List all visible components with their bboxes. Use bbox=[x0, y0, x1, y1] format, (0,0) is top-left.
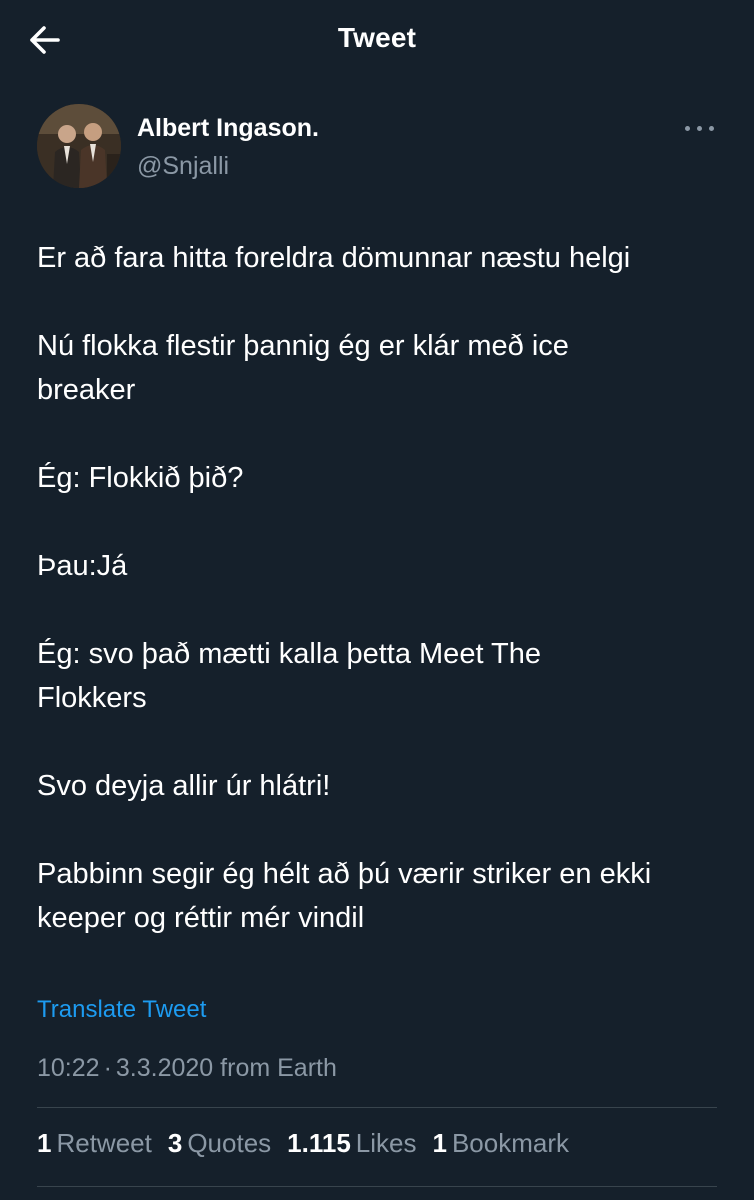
retweets-label: Retweet bbox=[56, 1128, 152, 1158]
page-title: Tweet bbox=[337, 22, 417, 53]
tweet-source: from Earth bbox=[220, 1054, 337, 1082]
tweet-paragraph: Nú flokka flestir þannig ég er klár með … bbox=[37, 330, 569, 406]
tweet-paragraph: Ég: svo það mætti kalla þetta Meet The F… bbox=[37, 638, 542, 714]
avatar-image bbox=[37, 104, 121, 188]
tweet-detail-screen: Tweet Albert Ingason. @Snjalli Er að far… bbox=[0, 0, 754, 1200]
tweet-paragraph: Ég: Flokkið þið? bbox=[37, 462, 244, 494]
user-handle[interactable]: @Snjalli bbox=[137, 152, 229, 181]
display-name[interactable]: Albert Ingason. bbox=[137, 114, 319, 143]
likes-count: 1.115 bbox=[287, 1128, 351, 1158]
likes-label: Likes bbox=[355, 1128, 417, 1158]
avatar[interactable] bbox=[37, 104, 121, 188]
divider bbox=[37, 1186, 717, 1187]
tweet-text: Er að fara hitta foreldra dömunnar næstu… bbox=[37, 236, 727, 940]
more-horizontal-icon bbox=[697, 126, 702, 131]
tweet-paragraph: Þau:Já bbox=[37, 550, 128, 582]
author-row: Albert Ingason. @Snjalli bbox=[37, 104, 717, 188]
retweets-stat[interactable]: 1 Retweet bbox=[37, 1128, 152, 1159]
bookmarks-count: 1 bbox=[432, 1128, 447, 1158]
divider bbox=[37, 1107, 717, 1108]
more-horizontal-icon bbox=[709, 126, 714, 131]
tweet-metadata: 10:22 · 3.3.2020 from Earth bbox=[37, 1054, 337, 1083]
likes-stat[interactable]: 1.115 Likes bbox=[287, 1128, 416, 1159]
translate-tweet-link[interactable]: Translate Tweet bbox=[37, 996, 206, 1024]
quotes-count: 3 bbox=[167, 1128, 183, 1158]
tweet-paragraph: Svo deyja allir úr hlátri! bbox=[37, 770, 331, 802]
tweet-time[interactable]: 10:22 bbox=[37, 1054, 100, 1082]
quotes-label: Quotes bbox=[187, 1128, 272, 1158]
bookmarks-stat[interactable]: 1 Bookmark bbox=[433, 1128, 570, 1159]
quotes-stat[interactable]: 3 Quotes bbox=[168, 1128, 271, 1159]
more-options-button[interactable] bbox=[683, 118, 717, 140]
tweet-date[interactable]: 3.3.2020 bbox=[116, 1054, 213, 1082]
tweet-paragraph: Pabbinn segir ég hélt að þú værir strike… bbox=[37, 858, 652, 934]
header: Tweet bbox=[0, 0, 754, 82]
tweet-paragraph: Er að fara hitta foreldra dömunnar næstu… bbox=[37, 242, 631, 274]
bookmarks-label: Bookmark bbox=[451, 1128, 570, 1158]
more-horizontal-icon bbox=[685, 126, 690, 131]
meta-separator: · bbox=[103, 1054, 112, 1082]
retweets-count: 1 bbox=[37, 1128, 52, 1158]
engagement-stats: 1 Retweet 3 Quotes 1.115 Likes 1 Bookmark bbox=[37, 1128, 569, 1159]
